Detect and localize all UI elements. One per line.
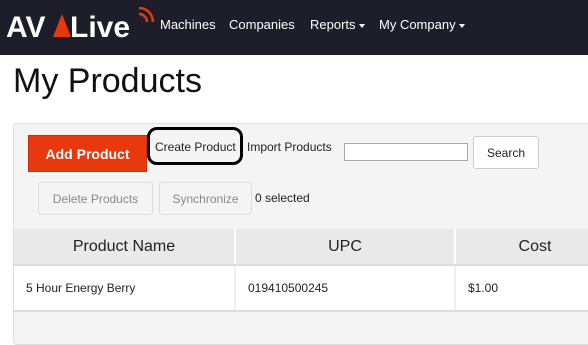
caret-down-icon	[458, 23, 465, 28]
cell-upc: 019410500245	[236, 265, 456, 311]
add-product-button[interactable]: Add Product	[28, 135, 147, 172]
top-navbar: AV Live Machines Companies Reports My Co…	[0, 0, 588, 55]
caret-down-icon	[358, 23, 365, 28]
svg-text:Live: Live	[70, 11, 130, 44]
nav-companies-label: Companies	[229, 17, 295, 32]
nav-reports-dropdown[interactable]: Reports	[310, 17, 365, 32]
nav-reports-label: Reports	[310, 17, 356, 32]
nav-machines[interactable]: Machines	[160, 17, 216, 32]
av-live-logo[interactable]: AV Live	[6, 6, 156, 46]
nav-my-company-dropdown[interactable]: My Company	[379, 17, 465, 32]
column-header-product-name[interactable]: Product Name	[14, 229, 236, 265]
nav-companies[interactable]: Companies	[229, 17, 295, 32]
table-divider	[14, 264, 588, 266]
cell-cost: $1.00	[456, 265, 588, 311]
nav-machines-label: Machines	[160, 17, 216, 32]
nav-my-company-label: My Company	[379, 17, 456, 32]
page-title: My Products	[13, 62, 202, 100]
table-divider	[14, 310, 588, 312]
svg-text:AV: AV	[6, 11, 45, 44]
cell-product-name[interactable]: 5 Hour Energy Berry	[14, 265, 236, 311]
search-input[interactable]	[344, 143, 468, 161]
highlight-outline	[147, 127, 243, 165]
import-products-link[interactable]: Import Products	[247, 140, 332, 154]
synchronize-button[interactable]: Synchronize	[159, 182, 252, 215]
column-header-cost[interactable]: Cost	[456, 229, 588, 265]
column-header-upc[interactable]: UPC	[236, 229, 456, 265]
search-button[interactable]: Search	[473, 136, 539, 169]
selected-count: 0 selected	[255, 191, 310, 205]
delete-products-button[interactable]: Delete Products	[38, 182, 153, 215]
